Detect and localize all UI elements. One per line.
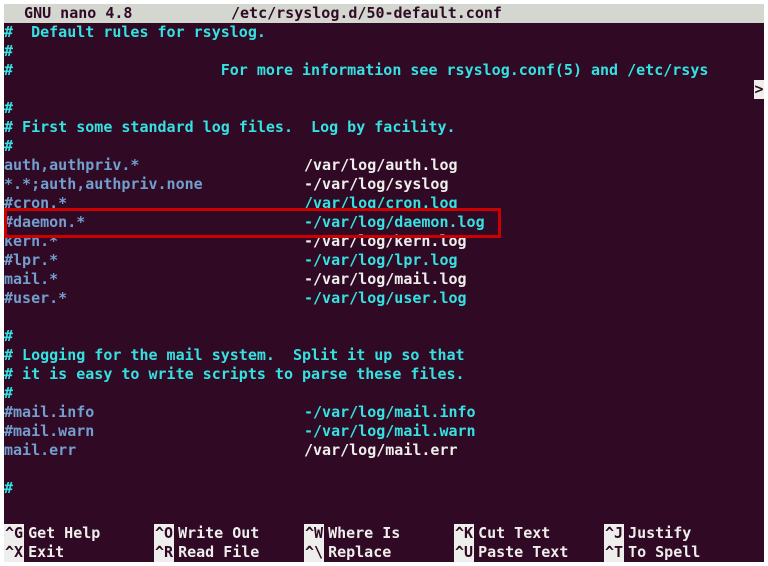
log-selector: auth,authpriv.*: [4, 156, 304, 175]
shortcut-label: Read File: [174, 543, 259, 562]
editor-line[interactable]: #mail.warn-/var/log/mail.warn: [4, 422, 764, 441]
menu-item[interactable]: ^KCut Text: [454, 524, 604, 543]
log-selector: #daemon.*: [4, 213, 304, 232]
editor-line[interactable]: #: [4, 479, 764, 498]
shortcut-menu: ^GGet Help^OWrite Out^WWhere Is^KCut Tex…: [4, 524, 764, 562]
log-path: -/var/log/kern.log: [304, 232, 467, 251]
log-path: /var/log/auth.log: [304, 156, 458, 175]
editor-header: GNU nano 4.8 /etc/rsyslog.d/50-default.c…: [4, 4, 764, 23]
editor-line[interactable]: *.*;auth,authpriv.none-/var/log/syslog: [4, 175, 764, 194]
log-selector: #user.*: [4, 289, 304, 308]
log-selector: #lpr.*: [4, 251, 304, 270]
editor-line[interactable]: #user.*-/var/log/user.log: [4, 289, 764, 308]
shortcut-key: ^U: [454, 543, 474, 562]
log-path: -/var/log/mail.info: [304, 403, 476, 422]
log-path: -/var/log/syslog: [304, 175, 449, 194]
log-path: -/var/log/lpr.log: [304, 251, 458, 270]
log-path: -/var/log/mail.log: [304, 270, 467, 289]
overflow-marker: >: [754, 80, 764, 99]
menu-item[interactable]: ^JJustify: [604, 524, 754, 543]
editor-line[interactable]: mail.err/var/log/mail.err: [4, 441, 764, 460]
shortcut-key: ^W: [304, 524, 324, 543]
editor-line[interactable]: #mail.info-/var/log/mail.info: [4, 403, 764, 422]
menu-item[interactable]: ^TTo Spell: [604, 543, 754, 562]
shortcut-label: Write Out: [174, 524, 259, 543]
editor-line[interactable]: #cron.*/var/log/cron.log: [4, 194, 764, 213]
editor-line[interactable]: # Logging for the mail system. Split it …: [4, 346, 764, 365]
menu-item[interactable]: ^WWhere Is: [304, 524, 454, 543]
editor-line[interactable]: # Default rules for rsyslog.: [4, 23, 764, 42]
log-selector: #cron.*: [4, 194, 304, 213]
terminal-window: GNU nano 4.8 /etc/rsyslog.d/50-default.c…: [4, 4, 764, 562]
editor-line[interactable]: # it is easy to write scripts to parse t…: [4, 365, 764, 384]
editor-line[interactable]: #: [4, 99, 764, 118]
menu-row-2: ^XExit^RRead File^\Replace^UPaste Text^T…: [4, 543, 764, 562]
shortcut-key: ^T: [604, 543, 624, 562]
menu-row-1: ^GGet Help^OWrite Out^WWhere Is^KCut Tex…: [4, 524, 764, 543]
editor-line[interactable]: #: [4, 327, 764, 346]
editor-content[interactable]: # Default rules for rsyslog.## For more …: [4, 23, 764, 498]
shortcut-label: Where Is: [324, 524, 400, 543]
file-path: /etc/rsyslog.d/50-default.conf: [231, 4, 502, 23]
log-selector: mail.*: [4, 270, 304, 289]
menu-item[interactable]: ^GGet Help: [4, 524, 154, 543]
editor-line[interactable]: #lpr.*-/var/log/lpr.log: [4, 251, 764, 270]
log-path: /var/log/mail.err: [304, 441, 458, 460]
shortcut-key: ^J: [604, 524, 624, 543]
menu-item[interactable]: ^UPaste Text: [454, 543, 604, 562]
log-path: -/var/log/user.log: [304, 289, 467, 308]
editor-line[interactable]: #: [4, 137, 764, 156]
menu-item[interactable]: ^\Replace: [304, 543, 454, 562]
log-selector: mail.err: [4, 441, 304, 460]
shortcut-key: ^K: [454, 524, 474, 543]
shortcut-key: ^G: [4, 524, 24, 543]
menu-item[interactable]: ^XExit: [4, 543, 154, 562]
shortcut-key: ^X: [4, 543, 24, 562]
editor-line[interactable]: #daemon.*-/var/log/daemon.log: [4, 213, 764, 232]
editor-line[interactable]: kern.*-/var/log/kern.log: [4, 232, 764, 251]
shortcut-key: ^R: [154, 543, 174, 562]
editor-line[interactable]: mail.*-/var/log/mail.log: [4, 270, 764, 289]
log-path: /var/log/cron.log: [304, 194, 458, 213]
menu-item[interactable]: ^OWrite Out: [154, 524, 304, 543]
editor-line[interactable]: #: [4, 42, 764, 61]
log-selector: kern.*: [4, 232, 304, 251]
editor-line[interactable]: [4, 80, 764, 99]
shortcut-label: Justify: [624, 524, 691, 543]
app-name: GNU nano 4.8: [6, 4, 231, 23]
editor-line[interactable]: [4, 308, 764, 327]
editor-line[interactable]: #: [4, 384, 764, 403]
shortcut-label: Cut Text: [474, 524, 550, 543]
log-path: -/var/log/daemon.log: [304, 213, 485, 232]
log-selector: #mail.warn: [4, 422, 304, 441]
shortcut-label: Exit: [24, 543, 64, 562]
menu-item[interactable]: ^RRead File: [154, 543, 304, 562]
editor-line[interactable]: # First some standard log files. Log by …: [4, 118, 764, 137]
shortcut-key: ^\: [304, 543, 324, 562]
editor-line[interactable]: # For more information see rsyslog.conf(…: [4, 61, 764, 80]
log-selector: #mail.info: [4, 403, 304, 422]
shortcut-label: Replace: [324, 543, 391, 562]
shortcut-label: Paste Text: [474, 543, 568, 562]
log-selector: *.*;auth,authpriv.none: [4, 175, 304, 194]
editor-line[interactable]: [4, 460, 764, 479]
shortcut-key: ^O: [154, 524, 174, 543]
shortcut-label: To Spell: [624, 543, 700, 562]
shortcut-label: Get Help: [24, 524, 100, 543]
editor-line[interactable]: auth,authpriv.*/var/log/auth.log: [4, 156, 764, 175]
log-path: -/var/log/mail.warn: [304, 422, 476, 441]
